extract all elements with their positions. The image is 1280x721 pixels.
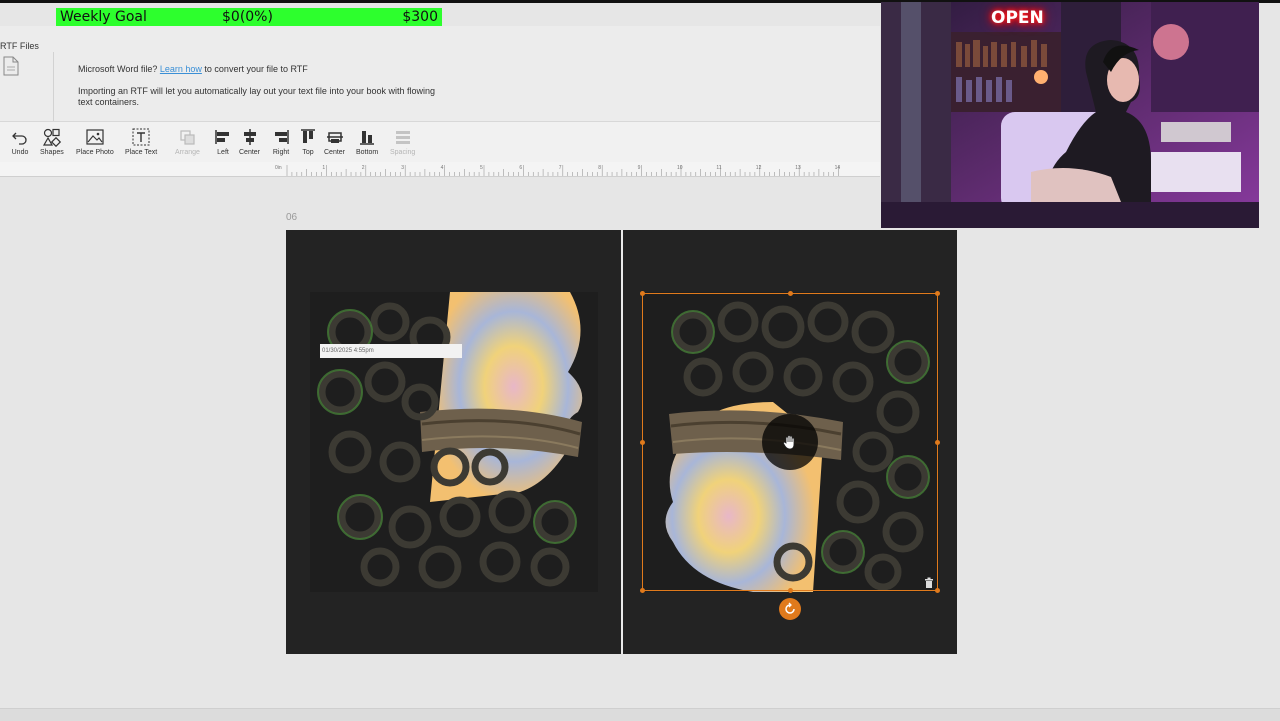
word-file-question: Microsoft Word file? — [78, 64, 158, 74]
goal-target: $300 — [402, 9, 438, 25]
align-middle-icon — [326, 132, 343, 143]
ruler-label: 10 — [677, 165, 683, 171]
arrange-label: Arrange — [175, 149, 200, 156]
resize-handle-bottom-left[interactable] — [640, 588, 645, 593]
photo-icon — [86, 129, 104, 145]
undo-button[interactable]: Undo — [10, 127, 30, 156]
rtf-files-label: RTF Files — [0, 41, 39, 51]
undo-label: Undo — [11, 149, 29, 156]
page-number: 06 — [286, 212, 298, 223]
arrange-button[interactable]: Arrange — [175, 127, 200, 156]
learn-how-link[interactable]: Learn how — [160, 64, 202, 74]
ruler-label: 6 — [519, 165, 522, 171]
ruler-ticks: 0in 1 2 3 4 5 6 7 8 9 10 11 12 13 14 — [275, 165, 841, 176]
align-bottom-icon — [360, 131, 375, 145]
align-center-v-label: Center — [324, 149, 346, 156]
place-text-label: Place Text — [125, 149, 158, 156]
align-top-button[interactable]: Top — [298, 127, 318, 156]
align-left-icon — [215, 130, 229, 144]
align-left-button[interactable]: Left — [213, 127, 233, 156]
left-artwork-photo[interactable] — [310, 292, 598, 592]
ruler-label: 2 — [362, 165, 365, 171]
resize-handle-left[interactable] — [640, 440, 645, 445]
align-center-icon — [243, 129, 256, 145]
ruler-label: 3 — [401, 165, 404, 171]
ruler-label: 11 — [716, 165, 721, 171]
text-icon — [132, 128, 150, 146]
weekly-goal-bar: Weekly Goal $0(0%) $300 — [56, 8, 442, 26]
ruler-label: 1 — [322, 165, 325, 171]
rotate-handle[interactable] — [779, 598, 801, 620]
document-icon[interactable] — [2, 56, 20, 76]
spacing-button[interactable]: Spacing — [390, 127, 415, 156]
align-left-label: Left — [217, 149, 229, 156]
left-page[interactable]: 01/30/2025 4:55pm — [286, 230, 621, 654]
undo-icon — [12, 132, 27, 145]
resize-handle-top[interactable] — [788, 291, 793, 296]
rotate-icon — [785, 602, 795, 614]
ruler-label: 14 — [835, 165, 841, 171]
goal-current: $0(0%) — [222, 9, 273, 25]
shapes-icon — [42, 128, 61, 147]
align-top-icon — [301, 129, 315, 143]
ruler-label: 9 — [638, 165, 641, 171]
spacing-icon — [395, 131, 410, 144]
convert-text: to convert your file to RTF — [204, 64, 308, 74]
bottom-bar — [0, 708, 1280, 721]
timestamp-label: 01/30/2025 4:55pm — [320, 344, 462, 358]
shapes-label: Shapes — [40, 149, 64, 156]
align-right-icon — [275, 130, 289, 144]
place-photo-label: Place Photo — [76, 149, 114, 156]
rtf-import-panel: RTF Files Microsoft Word file? Learn how… — [0, 26, 880, 147]
shapes-button[interactable]: Shapes — [40, 127, 64, 156]
import-help-text: Importing an RTF will let you automatica… — [78, 86, 435, 107]
align-bottom-button[interactable]: Bottom — [356, 127, 378, 156]
ruler-label: 8 — [598, 165, 601, 171]
open-neon-sign: OPEN — [991, 8, 1044, 28]
align-bottom-label: Bottom — [356, 149, 379, 156]
ruler-label: 7 — [559, 165, 562, 171]
align-center-h-button[interactable]: Center — [239, 127, 260, 156]
align-top-label: Top — [302, 149, 314, 156]
align-right-label: Right — [272, 149, 290, 156]
place-photo-button[interactable]: Place Photo — [76, 127, 114, 156]
align-center-v-button[interactable]: Center — [324, 127, 345, 156]
resize-handle-right[interactable] — [935, 440, 940, 445]
align-center-h-label: Center — [239, 149, 261, 156]
streamer-camera-feed — [881, 2, 1259, 228]
resize-handle-top-right[interactable] — [935, 291, 940, 296]
ruler-label: 5 — [480, 165, 483, 171]
place-text-button[interactable]: Place Text — [125, 127, 157, 156]
align-right-button[interactable]: Right — [271, 127, 291, 156]
goal-label: Weekly Goal — [60, 9, 147, 25]
webcam-overlay: OPEN — [881, 2, 1259, 228]
delete-icon[interactable] — [924, 576, 934, 588]
resize-handle-bottom[interactable] — [788, 588, 793, 593]
spacing-label: Spacing — [390, 149, 416, 156]
toolbar: Undo Shapes Place Photo Place Text Arran… — [0, 121, 880, 164]
resize-handle-top-left[interactable] — [640, 291, 645, 296]
book-spread: 01/30/2025 4:55pm — [286, 230, 957, 654]
ruler-origin-label: 0in — [275, 165, 282, 171]
arrange-icon — [180, 130, 196, 145]
resize-handle-bottom-right[interactable] — [935, 588, 940, 593]
ruler-label: 13 — [795, 165, 801, 171]
ruler: 0in 1 2 3 4 5 6 7 8 9 10 11 12 13 14 — [0, 162, 880, 177]
ruler-label: 4 — [441, 165, 444, 171]
ruler-label: 12 — [756, 165, 762, 171]
hand-cursor-icon — [762, 414, 818, 470]
